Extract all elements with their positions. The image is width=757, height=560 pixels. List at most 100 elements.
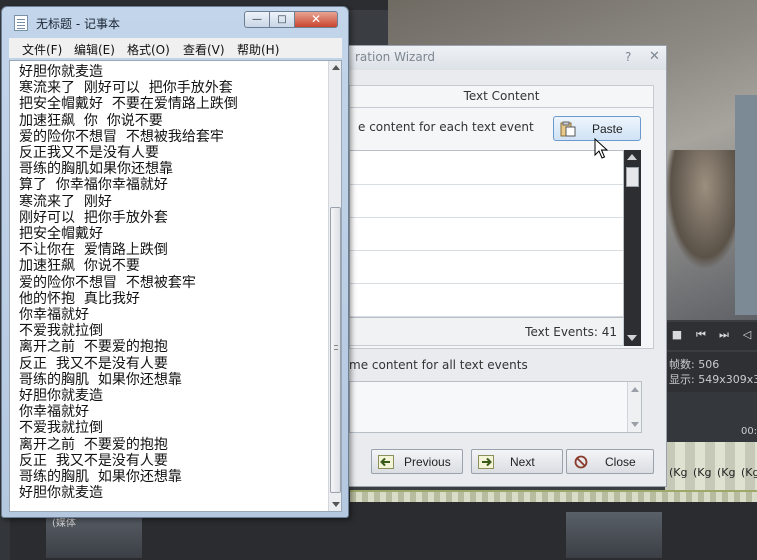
text-line: 你幸福就好 <box>19 404 89 421</box>
notepad-menubar: 文件(F) 编辑(E) 格式(O) 查看(V) 帮助(H) <box>9 38 342 58</box>
video-thumbnail[interactable] <box>566 512 662 558</box>
timeline-ruler: 00: <box>665 392 757 442</box>
menu-file[interactable]: 文件(F) <box>22 41 62 58</box>
menu-view[interactable]: 查看(V) <box>183 41 225 58</box>
text-line: 爱的险你不想冒 不想被套牢 <box>19 274 196 291</box>
next-frame-icon[interactable]: ⏭ <box>718 329 730 341</box>
wizard-titlebar: ration Wizard ? ✕ <box>341 46 666 70</box>
list-row-divider <box>350 250 623 251</box>
text-line: 寒流来了 刚好可以 把你手放外套 <box>19 80 233 97</box>
notepad-scrollbar[interactable] <box>328 61 341 511</box>
scroll-down-icon[interactable] <box>631 422 639 427</box>
text-line: 好胆你就麦造 <box>19 388 103 405</box>
text-line: 离开之前 不要爱的抱抱 <box>19 339 168 356</box>
close-label: Close <box>605 455 636 469</box>
notepad-text: 好胆你就麦造 寒流来了 刚好可以 把你手放外套 把安全帽戴好 不要在爱情路上跌倒 加速… <box>19 64 319 501</box>
text-line: 反正我又不是没有人要 <box>19 145 159 162</box>
menu-help[interactable]: 帮助(H) <box>237 41 279 58</box>
frame-count: 帧数: 506 <box>669 356 719 372</box>
clip-label: (Kg <box>669 466 688 479</box>
text-line: 刚好可以 把你手放外套 <box>19 209 168 226</box>
text-line: 算了 你幸福你幸福就好 <box>19 177 168 194</box>
previous-frame-icon[interactable]: ⏮ <box>695 329 707 341</box>
text-line: 哥练的胸肌 如果你还想靠 <box>19 469 182 486</box>
notepad-title: 无标题 - 记事本 <box>36 17 120 31</box>
text-line: 哥练的胸肌如果你还想靠 <box>19 161 173 178</box>
text-line: 你幸福就好 <box>19 307 89 324</box>
clipboard-icon <box>560 121 576 137</box>
list-row-divider <box>350 283 623 284</box>
events-footer: Text Events: 41 <box>349 318 624 346</box>
text-line: 反正 我又不是没有人要 <box>19 452 168 469</box>
notepad-text-area[interactable]: 好胆你就麦造 寒流来了 刚好可以 把你手放外套 把安全帽戴好 不要在爱情路上跌倒 加速… <box>9 60 342 512</box>
panel-header: Text Content <box>350 86 653 108</box>
text-line: 好胆你就麦造 <box>19 64 103 80</box>
clip-label: (Kg <box>693 466 712 479</box>
scroll-thumb[interactable] <box>330 207 341 493</box>
video-preview-figure <box>735 95 757 315</box>
text-line: 离开之前 不要爱的抱抱 <box>19 436 168 453</box>
wizard-title: ration Wizard <box>355 50 436 64</box>
next-button[interactable]: Next <box>471 449 563 474</box>
scroll-up-icon[interactable] <box>627 154 637 160</box>
mouse-cursor-icon <box>594 138 609 159</box>
menu-format[interactable]: 格式(O) <box>127 41 170 58</box>
text-events-list[interactable] <box>349 150 624 318</box>
previous-label: Previous <box>404 455 451 469</box>
list-row-divider <box>350 217 623 218</box>
text-line: 寒流来了 刚好 <box>19 193 112 210</box>
text-events-count: Text Events: 41 <box>525 325 617 339</box>
notepad-window: 无标题 - 记事本 — □ ✕ 文件(F) 编辑(E) 格式(O) 查看(V) … <box>1 6 349 518</box>
events-scrollbar[interactable] <box>624 150 641 346</box>
close-icon[interactable]: ✕ <box>294 11 338 28</box>
scroll-thumb[interactable] <box>626 167 639 187</box>
paste-label: Paste <box>592 122 623 136</box>
clip-label: (Kg <box>717 466 736 479</box>
clip-label: (Kg <box>741 466 757 479</box>
text-line: 把安全帽戴好 不要在爱情路上跌倒 <box>19 96 238 113</box>
text-line: 哥练的胸肌 如果你还想靠 <box>19 371 182 388</box>
text-line: 他的怀抱 真比我好 <box>19 290 140 307</box>
grip-icon <box>334 345 338 350</box>
maximize-icon[interactable]: □ <box>269 11 295 28</box>
scroll-down-icon[interactable] <box>332 502 340 507</box>
text-line: 把安全帽戴好 <box>19 226 103 243</box>
transport-controls: ■ ⏮ ⏭ ◁ <box>665 322 757 350</box>
stop-icon[interactable]: ■ <box>671 329 683 341</box>
display-size: 显示: 549x309x3 <box>669 371 757 387</box>
arrow-right-icon <box>478 455 494 469</box>
text-line: 不爱我就拉倒 <box>19 420 103 437</box>
minimize-icon[interactable]: — <box>244 11 270 28</box>
ruler-mark: 00: <box>741 426 757 437</box>
per-event-instruction: e content for each text event <box>358 120 534 134</box>
same-content-label: me content for all text events <box>349 358 528 372</box>
scroll-down-icon[interactable] <box>627 335 637 341</box>
text-line: 加速狂飙 你说不要 <box>19 258 140 275</box>
scroll-up-icon[interactable] <box>631 387 639 392</box>
display-size-value: 549x309x3 <box>698 373 757 386</box>
previous-button[interactable]: Previous <box>371 449 463 474</box>
same-content-textbox[interactable] <box>349 381 642 433</box>
close-button[interactable]: Close <box>566 449 654 474</box>
step-back-icon[interactable]: ◁ <box>741 329 753 341</box>
text-line: 不让你在 爱情路上跌倒 <box>19 242 168 259</box>
list-row-divider <box>350 184 623 185</box>
frame-count-label: 帧数: <box>669 358 695 371</box>
text-line: 反正 我又不是没有人要 <box>19 355 168 372</box>
next-label: Next <box>510 455 535 469</box>
list-row-divider <box>350 316 623 317</box>
help-icon[interactable]: ? <box>625 50 631 64</box>
menu-edit[interactable]: 编辑(E) <box>74 41 115 58</box>
arrow-left-icon <box>378 455 394 469</box>
scroll-up-icon[interactable] <box>332 65 340 70</box>
display-size-label: 显示: <box>669 373 695 386</box>
text-line: 爱的险你不想冒 不想被我给套牢 <box>19 128 224 145</box>
generation-wizard-dialog: ration Wizard ? ✕ Text Content e content… <box>340 45 667 487</box>
text-line: 加速狂飙 你 你说不要 <box>19 112 163 129</box>
same-content-scrollbar[interactable] <box>627 382 641 432</box>
text-line: 好胆你就麦造 <box>19 485 103 502</box>
frame-count-value: 506 <box>698 358 720 371</box>
event-markers <box>350 490 757 502</box>
wizard-close-icon[interactable]: ✕ <box>649 49 660 64</box>
notepad-icon <box>14 15 28 31</box>
